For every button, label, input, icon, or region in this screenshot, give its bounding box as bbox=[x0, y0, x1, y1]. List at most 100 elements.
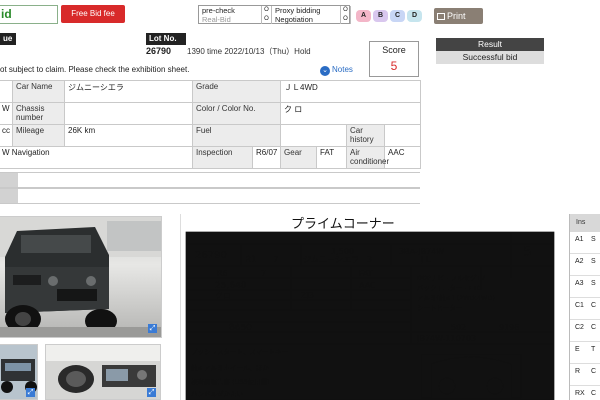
chassis-value bbox=[64, 102, 193, 125]
table-row: W Chassis number Color / Color No. ク ロ bbox=[0, 102, 422, 125]
sheet-grade: J L bbox=[420, 255, 431, 264]
result-header: Result bbox=[436, 38, 544, 51]
inspection-text: T bbox=[591, 346, 596, 353]
sheet-option-3: アルミ(純正) (2WD:4WD) bbox=[417, 293, 495, 302]
sheet-inspect-month: 7 bbox=[261, 269, 266, 278]
car-name-label: Car Name bbox=[12, 80, 65, 103]
car-name-value: ジムニーシエラ bbox=[64, 80, 193, 103]
sheet-note-1: プッシュスタート、スマートキー bbox=[191, 347, 288, 356]
color-label: Color / Color No. bbox=[191, 102, 282, 125]
bid-status-grid: pre-check O Proxy bidding O Real-Bid O N… bbox=[198, 5, 351, 24]
chevron-down-icon: ⌄ bbox=[320, 66, 330, 76]
sheet-doors: 3 bbox=[367, 255, 372, 264]
sheet-lot: 26790 bbox=[195, 250, 227, 261]
status-tag: ue bbox=[0, 33, 16, 45]
list-item: A1 S bbox=[570, 232, 600, 254]
grade-label: Grade bbox=[191, 80, 282, 103]
filter-c-button[interactable]: C bbox=[390, 10, 405, 22]
list-item: A3 S bbox=[570, 276, 600, 298]
printer-icon bbox=[437, 13, 445, 20]
sheet-inspect-year: R6 bbox=[217, 269, 228, 278]
negotiation-indicator: O bbox=[341, 15, 351, 24]
inspection-label: Inspection bbox=[192, 146, 253, 169]
inspection-code: E bbox=[575, 346, 580, 353]
result-value: Successful bid bbox=[436, 51, 544, 64]
car-history-value bbox=[384, 124, 422, 147]
table-row: Car Name ジムニーシエラ Grade ＪＬ4WD bbox=[0, 80, 422, 103]
inspection-list-header: Ins bbox=[570, 214, 600, 232]
inspection-text: C bbox=[591, 368, 597, 375]
gear-label: Gear bbox=[280, 146, 318, 169]
sheet-chassis-code: 502 bbox=[451, 323, 466, 332]
mileage-label: Mileage bbox=[12, 124, 65, 147]
realbid-label: Real-Bid bbox=[199, 15, 262, 24]
lot-number-tag: Lot No. bbox=[146, 33, 186, 45]
expand-icon[interactable]: ⤢ bbox=[148, 324, 157, 333]
precheck-label: pre-check bbox=[199, 6, 262, 15]
realbid-indicator: O bbox=[262, 15, 272, 24]
strip-cap bbox=[0, 189, 18, 203]
inspection-code: A1 bbox=[575, 236, 584, 243]
vehicle-photo-thumb-1[interactable]: ⤢ bbox=[0, 344, 38, 400]
notes-label: Notes bbox=[332, 65, 353, 74]
list-item: C2 C bbox=[570, 320, 600, 342]
list-item: ET bbox=[570, 342, 600, 364]
inspection-text: S bbox=[591, 236, 596, 243]
expand-icon[interactable]: ⤢ bbox=[147, 388, 156, 397]
list-item: RC bbox=[570, 364, 600, 386]
chassis-label: Chassis number bbox=[12, 102, 65, 125]
filter-a-button[interactable]: A bbox=[356, 10, 371, 22]
sheet-year: R1 bbox=[245, 255, 257, 265]
sheet-car-name: ジムニーシエラ bbox=[303, 255, 359, 264]
filter-b-button[interactable]: B bbox=[373, 10, 388, 22]
expand-icon[interactable]: ⤢ bbox=[26, 388, 35, 397]
car-history-label: Car history bbox=[346, 124, 386, 147]
negotiation-label: Negotiation bbox=[272, 15, 341, 24]
sheet-note-3: 検査員報告書 (USS使用欄) bbox=[191, 377, 270, 386]
table-row: W Navigation Inspection Inspection R6/07… bbox=[0, 146, 422, 169]
vehicle-photo-thumb-2[interactable]: ⤢ bbox=[45, 344, 161, 400]
lot-number: 26790 bbox=[146, 46, 172, 56]
notes-link[interactable]: ⌄ Notes bbox=[320, 65, 353, 76]
inspection-code: A2 bbox=[575, 258, 584, 265]
bid-button[interactable]: id bbox=[0, 5, 58, 24]
thumb-image bbox=[46, 345, 160, 399]
grade-value: ＪＬ4WD bbox=[280, 80, 422, 103]
print-label: Print bbox=[447, 11, 466, 21]
inspection-text: C bbox=[591, 302, 597, 309]
inspection-list: Ins A1 S A2 S A3 S C1 C C2 C ET RC RX C bbox=[569, 214, 600, 400]
inspection-text: C bbox=[591, 390, 597, 397]
fuel-label: Fuel bbox=[191, 124, 282, 147]
mileage-value: 26K km bbox=[64, 124, 193, 147]
rank-filter-group: A B C D bbox=[356, 10, 422, 22]
score-value: 5 bbox=[390, 59, 398, 73]
sheet-color: クロ bbox=[215, 291, 231, 300]
ac-label: Air conditioner bbox=[346, 146, 389, 169]
free-bid-fee-button[interactable]: Free Bid fee bbox=[61, 5, 125, 23]
sheet-score: 5 bbox=[523, 244, 532, 260]
left-cell bbox=[0, 80, 13, 103]
sheet-mileage: 25,640 bbox=[215, 281, 247, 291]
claim-notice: ot subject to claim. Please check the ex… bbox=[0, 65, 190, 74]
left-cell: cc bbox=[0, 124, 13, 147]
filter-d-button[interactable]: D bbox=[407, 10, 422, 22]
precheck-indicator: O bbox=[262, 6, 272, 15]
car-image bbox=[0, 217, 161, 337]
gear-value: FAT bbox=[316, 146, 348, 169]
list-item: C1 C bbox=[570, 298, 600, 320]
auction-time: 1390 time 2022/10/13（Thu）Hold bbox=[187, 47, 311, 56]
inspection-text: S bbox=[591, 258, 596, 265]
ac-value: AAC bbox=[384, 146, 422, 169]
sheet-recycle: 8650 bbox=[229, 323, 252, 333]
sheet-option-2: バックモニター・ETC bbox=[417, 283, 482, 292]
proxy-bidding-label: Proxy bidding bbox=[272, 6, 341, 15]
color-value: ク ロ bbox=[280, 102, 422, 125]
option-strip-1 bbox=[0, 172, 420, 188]
auction-sheet-image[interactable]: プライムコーナー 26790 1,500 3BA-JB74W R1 7 ジムニー… bbox=[180, 214, 558, 400]
print-button[interactable]: Print bbox=[434, 8, 483, 24]
vehicle-photo-main[interactable]: ⤢ bbox=[0, 216, 162, 338]
list-item: RX C bbox=[570, 386, 600, 400]
sheet-color-code: ZJ3 bbox=[301, 291, 314, 300]
sheet-chassis-part: 9196 bbox=[499, 323, 519, 332]
inspection-value: R6/07 bbox=[251, 146, 282, 169]
